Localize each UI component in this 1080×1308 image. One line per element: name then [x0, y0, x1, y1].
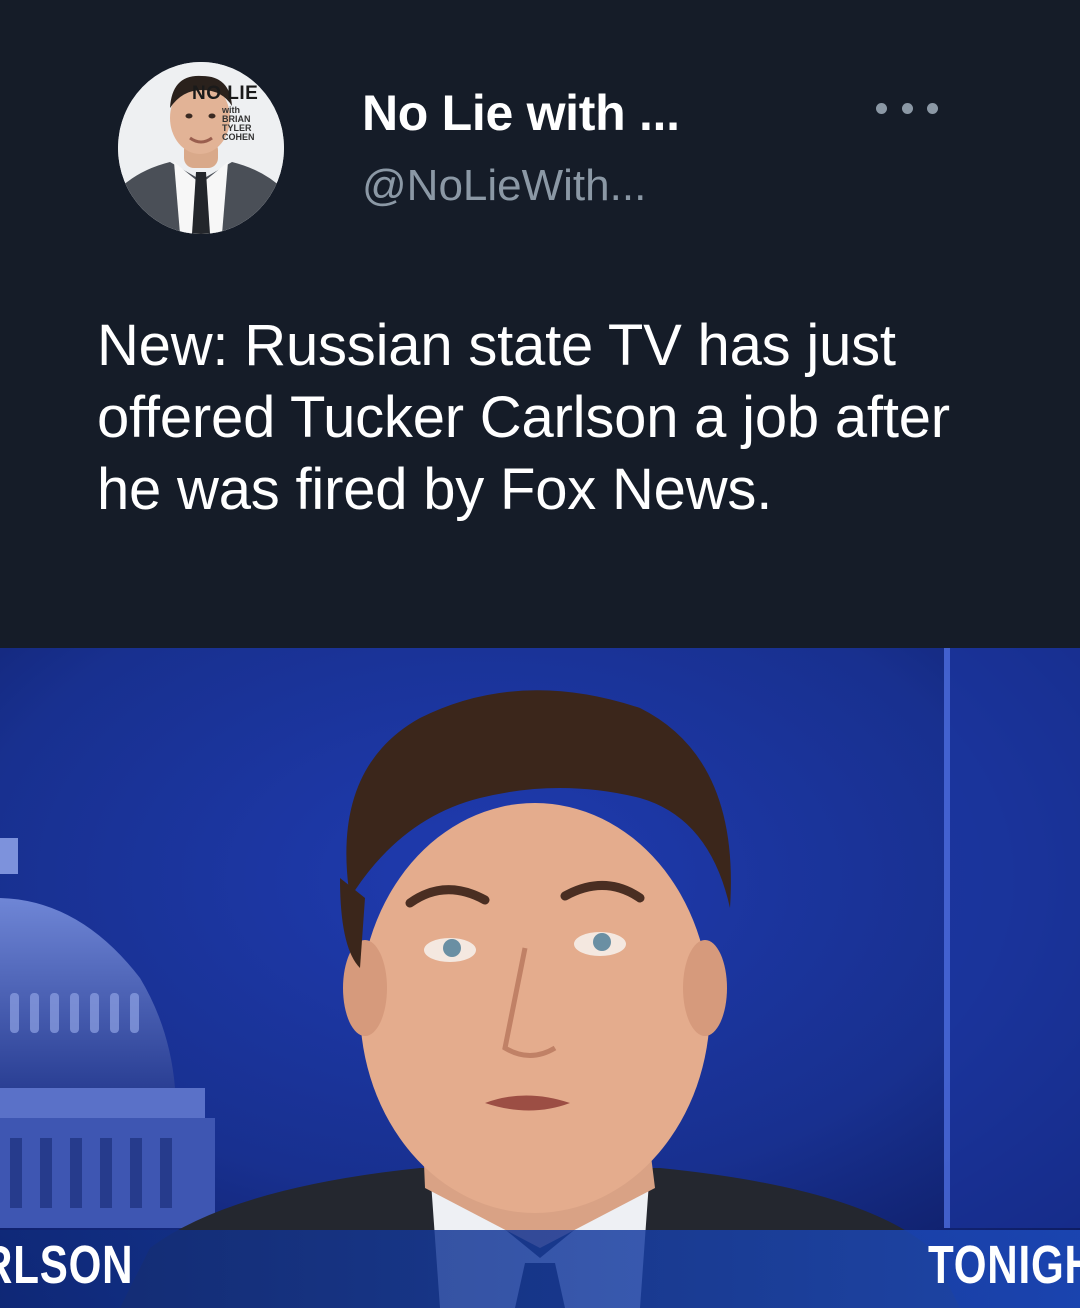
avatar-badge: NO LIE with BRIAN TYLER COHEN	[192, 84, 258, 142]
lower-third-right: TONIGH	[928, 1235, 1080, 1295]
more-horizontal-icon	[901, 102, 913, 114]
handle[interactable]: @NoLieWith...	[362, 161, 646, 211]
more-horizontal-icon	[876, 102, 887, 114]
avatar[interactable]: NO LIE with BRIAN TYLER COHEN	[118, 62, 284, 234]
tweet-media[interactable]: RLSON TONIGH	[0, 648, 1080, 1308]
media-image	[0, 648, 1080, 1308]
tweet-header: NO LIE with BRIAN TYLER COHEN No Lie wit…	[0, 0, 1080, 648]
lower-third-left: RLSON	[0, 1235, 134, 1295]
badge-line: COHEN	[222, 132, 255, 142]
tweet-card[interactable]: NO LIE with BRIAN TYLER COHEN No Lie wit…	[0, 0, 1080, 1308]
more-horizontal-icon	[927, 102, 938, 114]
display-name[interactable]: No Lie with ...	[362, 84, 680, 142]
badge-lines: with BRIAN TYLER COHEN	[222, 106, 258, 142]
badge-title: NO LIE	[192, 83, 259, 104]
more-options-button[interactable]	[876, 96, 938, 120]
tweet-text: New: Russian state TV has just offered T…	[97, 313, 950, 522]
